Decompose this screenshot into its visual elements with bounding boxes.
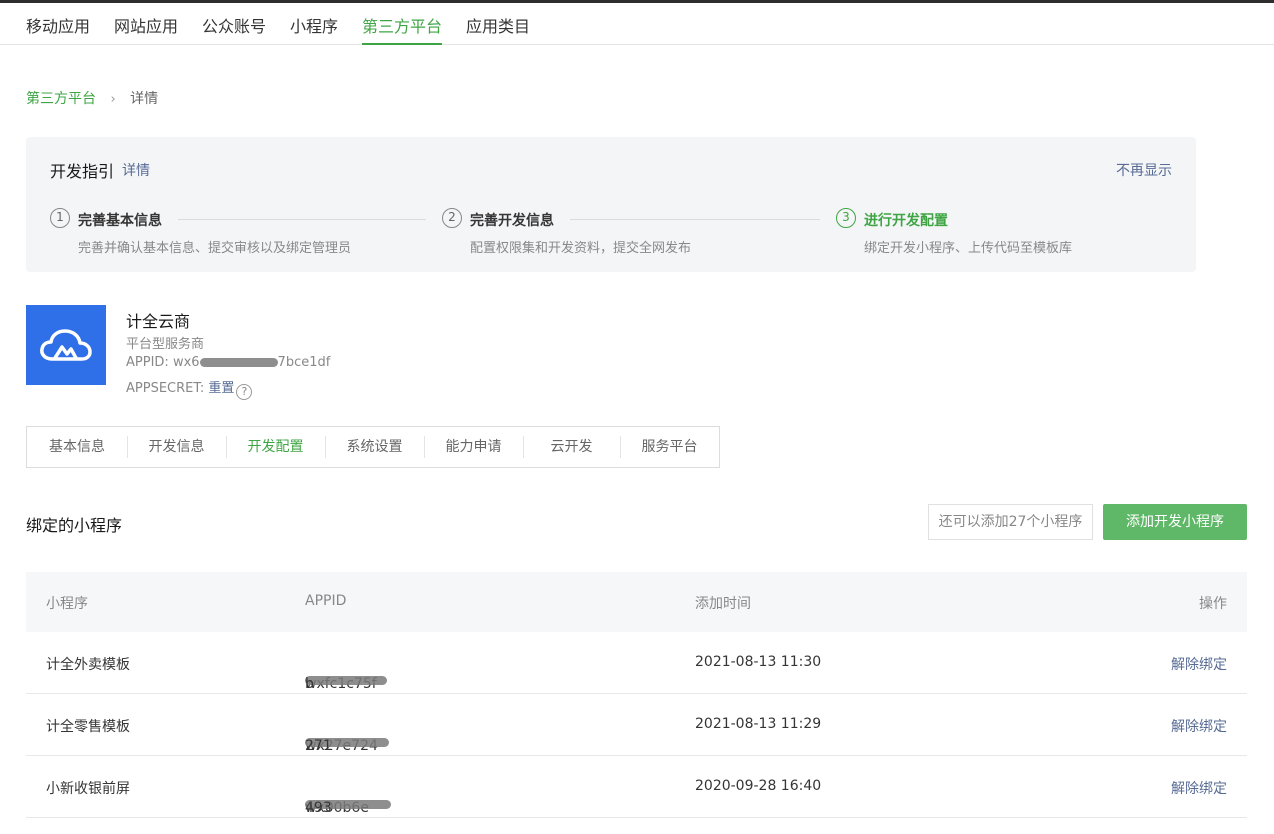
tab-mobile-apps[interactable]: 移动应用 <box>26 13 90 37</box>
step-description: 完善并确认基本信息、提交审核以及绑定管理员 <box>78 241 352 256</box>
platform-logo <box>26 305 106 385</box>
cell-time: 2021-08-13 11:30 <box>695 654 822 670</box>
platform-appid: APPID: wx6 7bce1df <box>126 355 330 370</box>
dont-show-again-link[interactable]: 不再显示 <box>1116 160 1172 180</box>
table-header: 小程序 APPID 添加时间 操作 <box>26 572 1247 632</box>
step-title: 进行开发配置 <box>864 213 948 229</box>
step-title: 完善基本信息 <box>78 213 162 229</box>
step-connector <box>570 219 820 220</box>
table-row: 计全外卖模板 wxfc1c75fb 2021-08-13 11:30 解除绑定 <box>26 632 1247 694</box>
bound-mini-programs-table: 小程序 APPID 添加时间 操作 计全外卖模板 wxfc1c75fb 2021… <box>26 572 1247 818</box>
step-description: 绑定开发小程序、上传代码至模板库 <box>864 241 1073 256</box>
active-tab-indicator <box>362 43 442 45</box>
column-header-name: 小程序 <box>46 596 88 612</box>
reset-secret-link[interactable]: 重置 <box>208 381 234 396</box>
unbind-link[interactable]: 解除绑定 <box>1171 716 1227 736</box>
breadcrumb-chevron-icon: › <box>110 92 116 107</box>
dev-guide-detail-link[interactable]: 详情 <box>122 160 150 180</box>
subtab-dev-config[interactable]: 开发配置 <box>226 427 325 467</box>
add-dev-mini-program-button[interactable]: 添加开发小程序 <box>1103 504 1247 540</box>
appid-suffix: 493 <box>305 800 332 816</box>
breadcrumb-current: 详情 <box>130 91 159 107</box>
tab-mini-programs[interactable]: 小程序 <box>290 13 338 37</box>
column-header-time: 添加时间 <box>695 596 751 612</box>
cell-name: 小新收银前屏 <box>46 781 130 797</box>
subtab-basic-info[interactable]: 基本信息 <box>27 427 127 467</box>
platform-appsecret: APPSECRET: 重置? <box>126 377 253 400</box>
subtab-dev-info[interactable]: 开发信息 <box>127 427 226 467</box>
breadcrumb-parent-link[interactable]: 第三方平台 <box>26 91 96 107</box>
cell-name: 计全零售模板 <box>46 719 130 735</box>
step-number-icon: 1 <box>50 208 70 228</box>
platform-name: 计全云商 <box>126 312 191 331</box>
dev-guide-title: 开发指引 <box>50 162 115 181</box>
breadcrumb: 第三方平台 › 详情 <box>26 88 158 108</box>
unbind-link[interactable]: 解除绑定 <box>1171 654 1227 674</box>
top-navigation: 移动应用 网站应用 公众账号 小程序 第三方平台 应用类目 <box>0 3 1274 45</box>
step-number-icon: 3 <box>836 208 856 228</box>
step-description: 配置权限集和开发资料，提交全网发布 <box>470 241 692 256</box>
platform-type: 平台型服务商 <box>126 337 205 352</box>
remaining-quota-badge: 还可以添加27个小程序 <box>928 504 1093 540</box>
appid-suffix: 271 <box>305 738 332 754</box>
unbind-link[interactable]: 解除绑定 <box>1171 778 1227 798</box>
subtab-capability-apply[interactable]: 能力申请 <box>424 427 523 467</box>
appid-suffix: 7bce1df <box>277 355 331 370</box>
subtab-system-settings[interactable]: 系统设置 <box>325 427 424 467</box>
column-header-appid: APPID <box>305 593 347 609</box>
tab-official-accounts[interactable]: 公众账号 <box>202 13 266 37</box>
detail-subtabs: 基本信息 开发信息 开发配置 系统设置 能力申请 云开发 服务平台 <box>26 426 720 468</box>
subtab-service-platform[interactable]: 服务平台 <box>620 427 719 467</box>
cell-name: 计全外卖模板 <box>46 657 130 673</box>
tab-app-categories[interactable]: 应用类目 <box>466 13 530 37</box>
table-row: 小新收银前屏 wx00b6e493 2020-09-28 16:40 解除绑定 <box>26 756 1247 818</box>
redaction-mark <box>199 358 278 367</box>
cell-time: 2020-09-28 16:40 <box>695 778 822 794</box>
tab-third-party-platform[interactable]: 第三方平台 <box>362 13 442 37</box>
appsecret-label: APPSECRET: <box>126 381 209 396</box>
table-row: 计全零售模板 wx27e724271 2021-08-13 11:29 解除绑定 <box>26 694 1247 756</box>
step-number-icon: 2 <box>442 208 462 228</box>
cell-time: 2021-08-13 11:29 <box>695 716 822 732</box>
help-icon[interactable]: ? <box>236 384 253 400</box>
dev-guide-panel: 开发指引 详情 不再显示 1 完善基本信息 完善并确认基本信息、提交审核以及绑定… <box>26 137 1196 272</box>
step-connector <box>178 219 426 220</box>
bound-mini-programs-title: 绑定的小程序 <box>26 516 123 535</box>
appid-prefix: wx6 <box>172 355 200 370</box>
redaction-mark <box>305 676 387 685</box>
tab-website-apps[interactable]: 网站应用 <box>114 13 178 37</box>
column-header-action: 操作 <box>1199 596 1227 612</box>
step-title: 完善开发信息 <box>470 213 554 229</box>
appid-label: APPID: <box>126 355 173 370</box>
appid-suffix: b <box>305 676 314 692</box>
cloud-icon <box>40 329 92 361</box>
subtab-cloud-dev[interactable]: 云开发 <box>523 427 620 467</box>
